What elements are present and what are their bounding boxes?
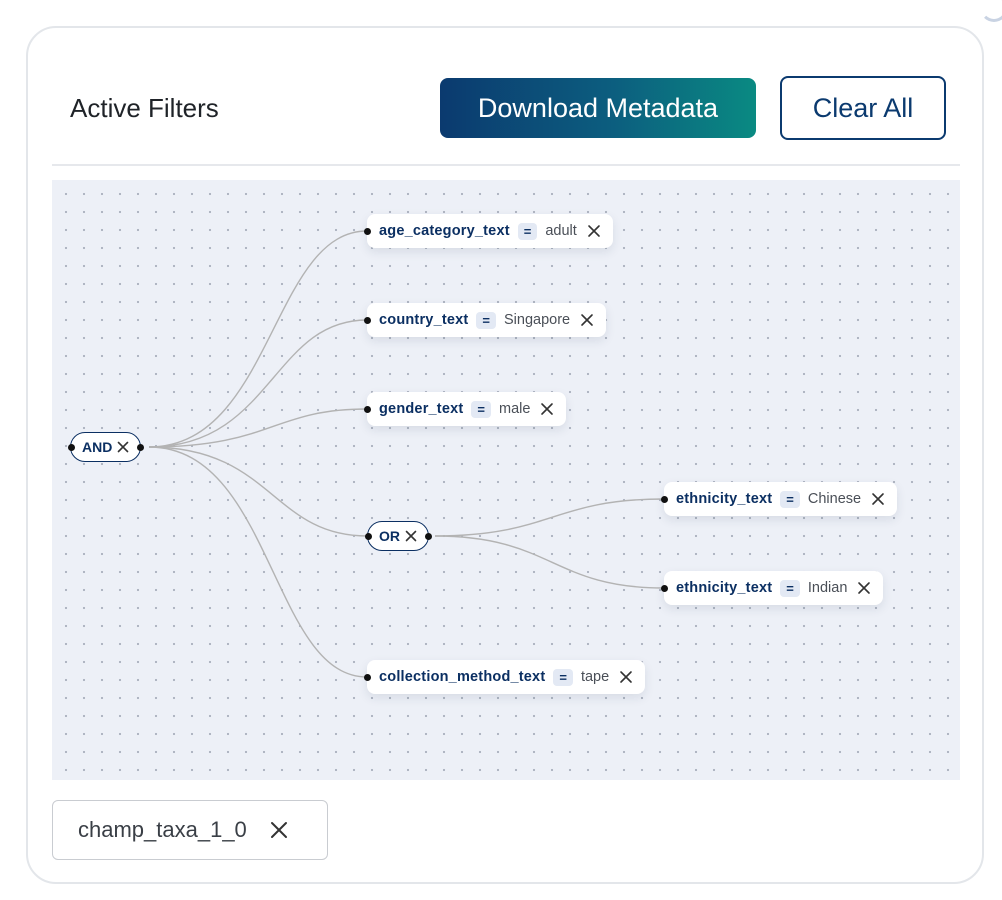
close-icon[interactable] [404,529,418,543]
edge-and-country [148,319,368,448]
condition-value: male [499,401,531,417]
edge-or-indian [434,535,665,589]
condition-node-input-handle[interactable] [363,405,371,413]
close-icon[interactable] [857,581,871,595]
taxa-filter-chip[interactable]: champ_taxa_1_0 [52,800,328,860]
condition-node-input-handle[interactable] [660,584,668,592]
close-icon[interactable] [269,820,289,840]
edge-and-collection [148,446,368,678]
and-node-input-handle[interactable] [67,443,75,451]
condition-node-input-handle[interactable] [660,495,668,503]
condition-operator: = [780,579,800,597]
active-filters-panel: Active Filters Download Metadata Clear A… [26,26,984,884]
close-icon[interactable] [580,313,594,327]
close-icon[interactable] [619,670,633,684]
edge-and-age [148,230,368,448]
and-node-label: AND [82,439,113,455]
condition-field: collection_method_text [379,669,546,685]
or-node-input-handle[interactable] [364,532,372,540]
condition-node-input-handle[interactable] [363,316,371,324]
condition-node[interactable]: gender_text = male [363,392,567,426]
condition-value: Indian [807,580,848,596]
edge-or-chinese [434,498,665,537]
condition-operator: = [517,222,538,240]
download-metadata-button[interactable]: Download Metadata [440,78,756,138]
condition-node[interactable]: country_text = Singapore [363,303,607,337]
filter-graph-canvas[interactable]: AND age_category_text = adult country_te… [52,180,960,780]
condition-node[interactable]: ethnicity_text = Indian [660,571,884,605]
chip-label: champ_taxa_1_0 [78,817,247,842]
condition-field: country_text [379,312,469,328]
or-node-label: OR [379,528,400,544]
condition-operator: = [471,400,491,418]
and-node-output-handle[interactable] [136,443,144,451]
or-node-output-handle[interactable] [424,532,432,540]
close-icon[interactable] [540,402,554,416]
panel-title: Active Filters [70,93,219,123]
header-divider [52,164,960,166]
condition-field: ethnicity_text [676,491,773,507]
condition-node-input-handle[interactable] [363,227,371,235]
condition-value: tape [580,669,610,685]
condition-node-input-handle[interactable] [363,673,371,681]
condition-operator: = [476,311,497,329]
condition-node[interactable]: ethnicity_text = Chinese [660,482,898,516]
condition-value: adult [545,223,577,239]
condition-field: ethnicity_text [676,580,773,596]
clear-all-button[interactable]: Clear All [780,76,946,140]
corner-accent [980,0,1002,22]
condition-value: Chinese [807,491,862,507]
condition-node[interactable]: collection_method_text = tape [363,660,646,694]
edge-and-or [148,446,368,537]
close-icon[interactable] [587,224,601,238]
condition-node[interactable]: age_category_text = adult [363,214,613,248]
close-icon[interactable] [871,492,885,506]
condition-operator: = [780,490,800,508]
condition-operator: = [553,668,573,686]
and-node[interactable]: AND [67,432,144,462]
condition-value: Singapore [504,312,571,328]
condition-field: age_category_text [379,223,510,239]
or-node[interactable]: OR [364,521,432,551]
close-icon[interactable] [116,440,130,454]
condition-field: gender_text [379,401,464,417]
